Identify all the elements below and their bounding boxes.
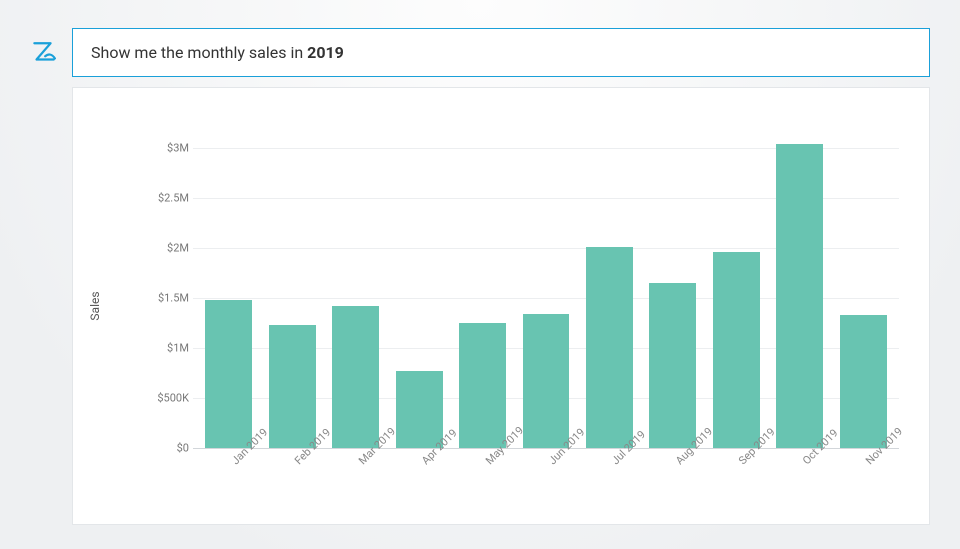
bar[interactable] xyxy=(776,144,823,448)
x-tick-label: Oct 2019 xyxy=(768,448,831,508)
y-tick-label: $2.5M xyxy=(145,192,189,205)
header-row: Show me the monthly sales in 2019 xyxy=(30,28,930,77)
bar-slot xyxy=(578,128,641,448)
y-tick-label: $0 xyxy=(145,442,189,455)
bar[interactable] xyxy=(649,283,696,448)
bar[interactable] xyxy=(396,371,443,448)
bar-slot xyxy=(641,128,704,448)
bars-container xyxy=(193,128,899,448)
bar[interactable] xyxy=(459,323,506,448)
chart-card: Sales $0 $500K $1M $1.5M $2M $2.5M $3M Jan 2019… xyxy=(72,87,930,525)
bar[interactable] xyxy=(332,306,379,448)
query-input[interactable]: Show me the monthly sales in 2019 xyxy=(72,28,930,77)
bar[interactable] xyxy=(586,247,633,448)
bar-slot xyxy=(514,128,577,448)
chart-plot-area: $0$500K$1M$1.5M$2M$2.5M$3MJan 2019Feb 20… xyxy=(145,128,899,448)
y-tick-label: $1.5M xyxy=(145,292,189,305)
bar-slot xyxy=(451,128,514,448)
x-tick-label: Apr 2019 xyxy=(387,448,450,508)
x-tick-label: Nov 2019 xyxy=(832,448,895,508)
x-tick-label: Jan 2019 xyxy=(197,448,260,508)
bar-slot xyxy=(197,128,260,448)
bar[interactable] xyxy=(269,325,316,448)
x-tick-label: Jul 2019 xyxy=(578,448,641,508)
x-tick-label: Feb 2019 xyxy=(260,448,323,508)
bar[interactable] xyxy=(713,252,760,448)
bar[interactable] xyxy=(523,314,570,448)
zia-logo-icon xyxy=(30,40,56,66)
query-text-leading: Show me the monthly sales in xyxy=(91,43,307,62)
bar-slot xyxy=(832,128,895,448)
query-text-bold: 2019 xyxy=(307,43,344,62)
y-tick-label: $500K xyxy=(145,392,189,405)
bar[interactable] xyxy=(205,300,252,448)
bar-slot xyxy=(387,128,450,448)
x-tick-label: Jun 2019 xyxy=(514,448,577,508)
y-axis-label: Sales xyxy=(88,291,102,320)
x-tick-label: Sep 2019 xyxy=(705,448,768,508)
bar-slot xyxy=(324,128,387,448)
bar-slot xyxy=(768,128,831,448)
bar-slot xyxy=(260,128,323,448)
x-tick-label: May 2019 xyxy=(451,448,514,508)
bar-slot xyxy=(705,128,768,448)
x-tick-label: Aug 2019 xyxy=(641,448,704,508)
y-tick-label: $1M xyxy=(145,342,189,355)
x-axis: Jan 2019Feb 2019Mar 2019Apr 2019May 2019… xyxy=(193,448,899,508)
y-tick-label: $2M xyxy=(145,242,189,255)
y-tick-label: $3M xyxy=(145,142,189,155)
x-tick-label: Mar 2019 xyxy=(324,448,387,508)
bar[interactable] xyxy=(840,315,887,448)
